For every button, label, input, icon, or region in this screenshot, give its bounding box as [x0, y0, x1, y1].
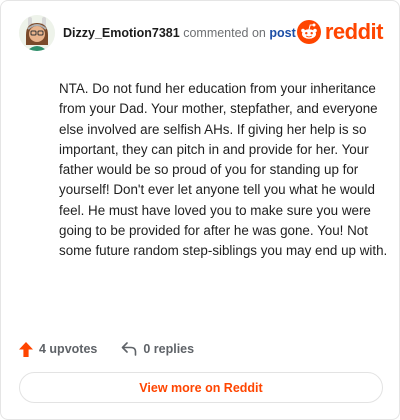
username[interactable]: Dizzy_Emotion7381: [63, 26, 180, 40]
upvote-stat[interactable]: 4 upvotes: [19, 341, 98, 357]
byline: Dizzy_Emotion7381 commented on post: [63, 26, 296, 40]
comment-footer: 4 upvotes 0 replies: [19, 339, 194, 359]
reddit-brand[interactable]: reddit: [296, 19, 384, 45]
avatar[interactable]: [19, 15, 55, 51]
upvote-arrow-icon: [19, 341, 33, 357]
comment-header: Dizzy_Emotion7381 commented on post redd…: [19, 15, 385, 51]
view-more-button[interactable]: View more on Reddit: [19, 372, 383, 403]
upvote-count: 4 upvotes: [39, 342, 98, 356]
post-link[interactable]: post: [269, 26, 295, 40]
comment-body: NTA. Do not fund her education from your…: [59, 81, 388, 259]
commented-on-text: commented on: [183, 26, 266, 40]
avatar-icon: [19, 15, 55, 51]
reply-count: 0 replies: [143, 342, 195, 356]
reply-arrow-icon: [122, 342, 137, 356]
reddit-wordmark: reddit: [324, 19, 384, 44]
reddit-logo-icon: [296, 20, 321, 44]
comment-card: Dizzy_Emotion7381 commented on post redd…: [0, 0, 400, 420]
reply-stat[interactable]: 0 replies: [121, 342, 194, 356]
